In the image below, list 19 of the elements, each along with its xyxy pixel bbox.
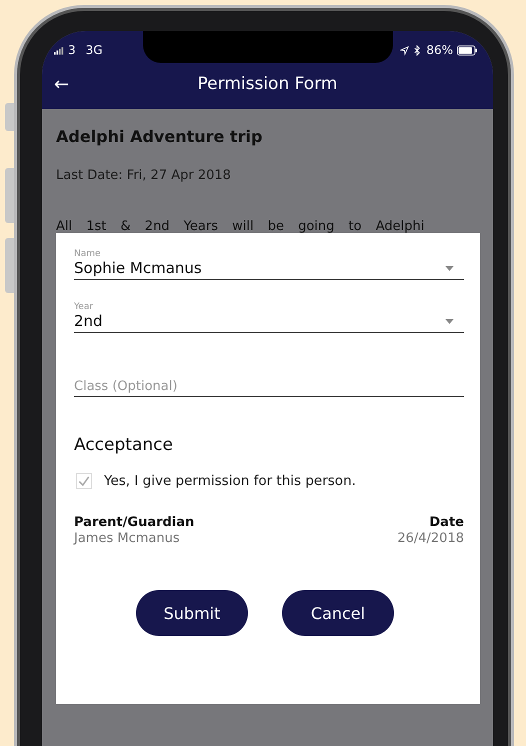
battery-label: 86% <box>426 43 453 57</box>
cancel-button[interactable]: Cancel <box>282 590 394 636</box>
section-title: Acceptance <box>74 435 174 455</box>
guardian-name: James Mcmanus <box>74 531 181 546</box>
screen-title: Permission Form <box>198 74 338 94</box>
dropdown-field[interactable]: Year 2nd <box>74 302 464 333</box>
trip-description: All 1st & 2nd Years will be going to Adelphi <box>56 219 426 234</box>
carrier-label: 3 <box>68 43 76 57</box>
date-label: Date <box>429 515 464 530</box>
back-button[interactable]: ← <box>54 74 70 94</box>
trip-title: Adelphi Adventure trip <box>56 127 264 146</box>
network-label: 3G <box>86 43 103 57</box>
submit-button[interactable]: Submit <box>136 590 248 636</box>
guardian-label: Parent/Guardian <box>74 515 194 530</box>
date-value: 26/4/2018 <box>397 531 464 546</box>
last-date: Last Date: Fri, 27 Apr 2018 <box>56 168 232 183</box>
checkbox-label: Yes, I give permission for this person. <box>104 473 356 489</box>
input-field[interactable]: Class (Optional) <box>74 379 464 397</box>
dropdown-field[interactable]: Name Sophie Mcmanus <box>74 249 464 280</box>
